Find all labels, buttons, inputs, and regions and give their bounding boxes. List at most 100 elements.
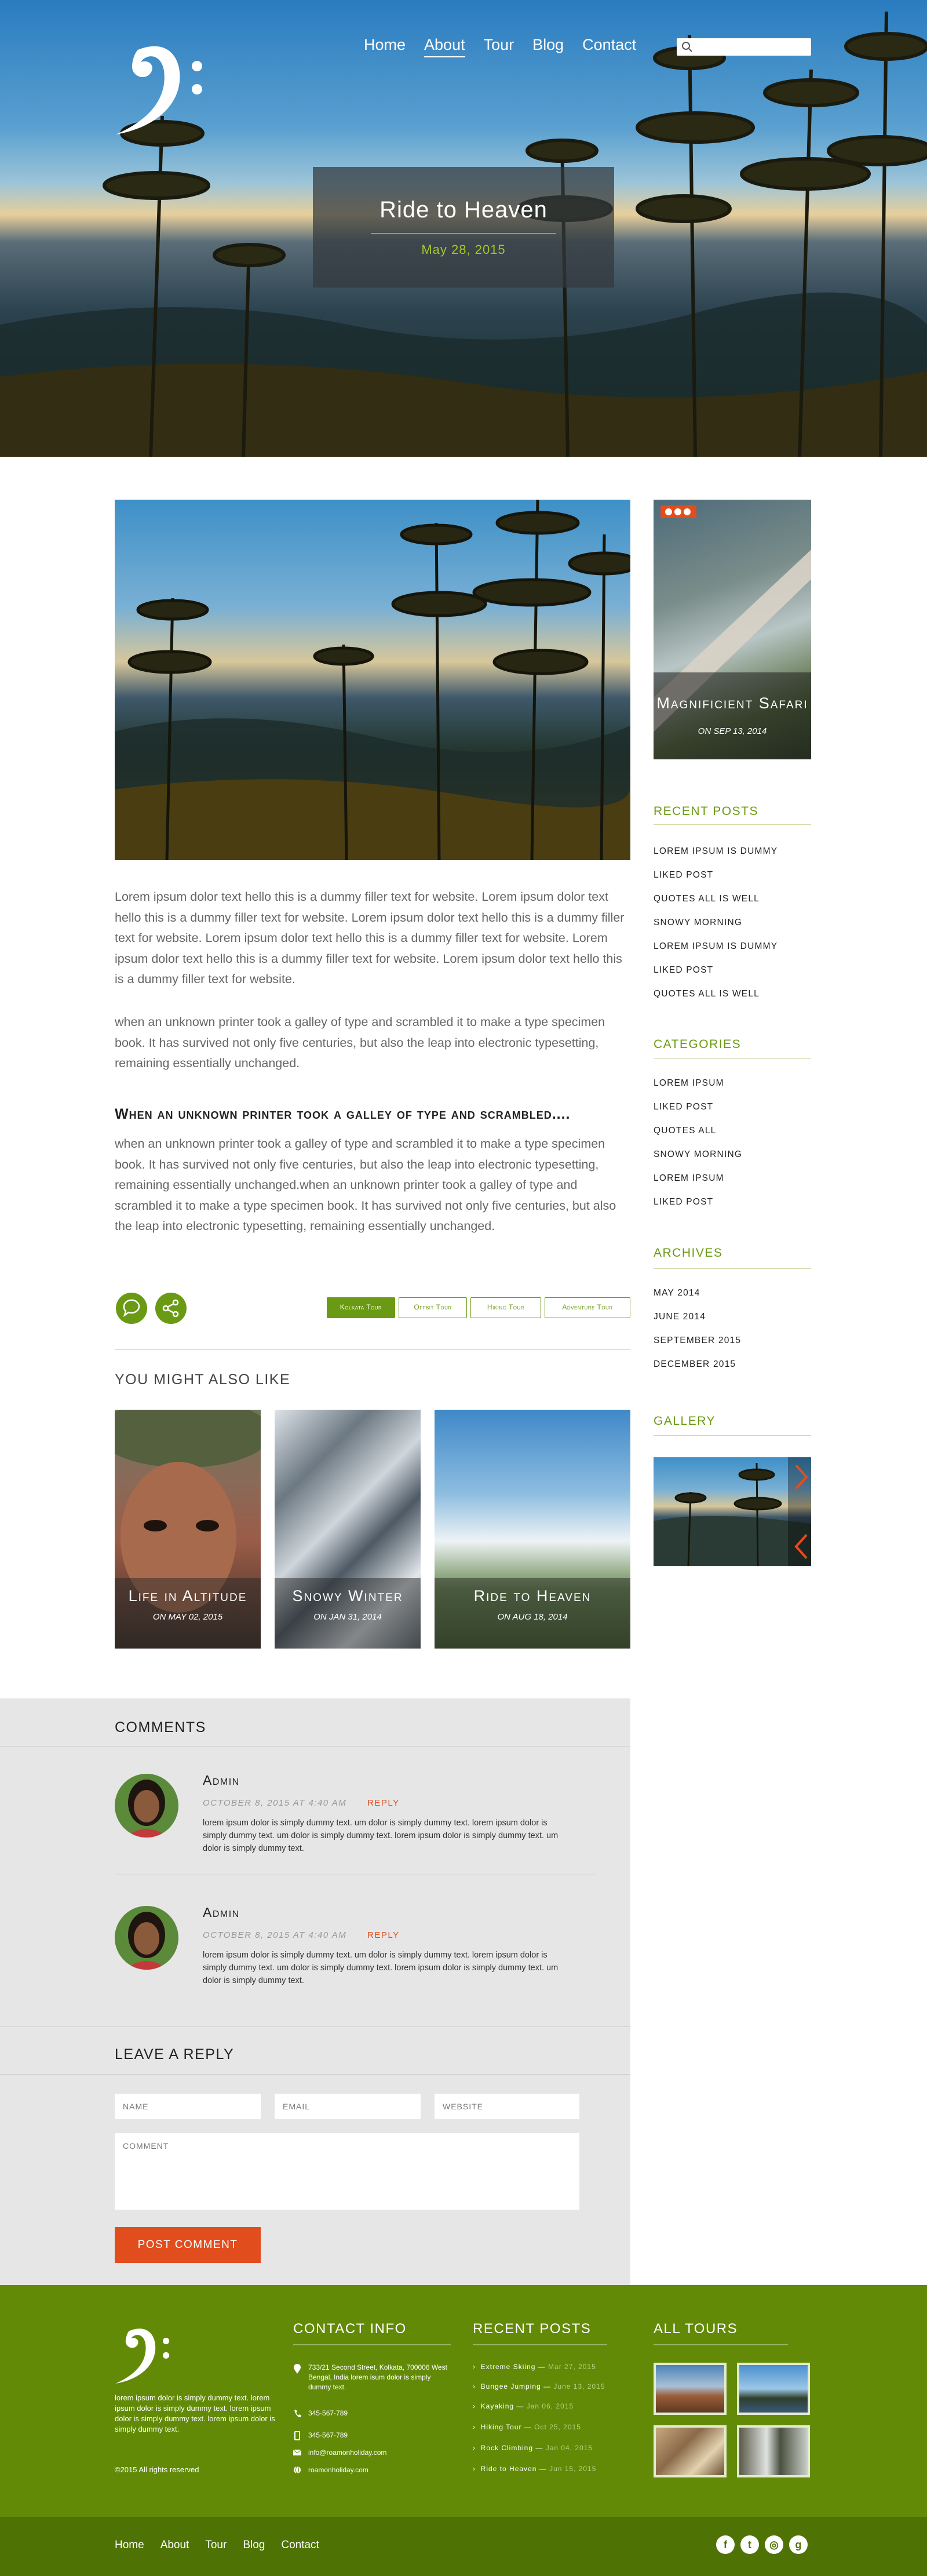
nav-home[interactable]: Home — [364, 36, 406, 57]
tag-offbit-tour[interactable]: Offbit Tour — [399, 1297, 467, 1318]
related-card-2[interactable]: Snowy Winter ON JAN 31, 2014 — [275, 1410, 421, 1649]
slider-dot[interactable] — [674, 508, 681, 515]
footer-about-text: lorem ipsum dolor is simply dummy text. … — [115, 2393, 275, 2433]
footer-nav-blog[interactable]: Blog — [243, 2539, 265, 2552]
hero-date: May 28, 2015 — [421, 242, 506, 257]
nav-tour[interactable]: Tour — [484, 36, 514, 57]
tour-thumbnail[interactable] — [654, 2363, 727, 2415]
related-date: ON JAN 31, 2014 — [313, 1612, 382, 1622]
comment-bubble-button[interactable] — [116, 1293, 147, 1324]
footer-post-title: Bungee Jumping — [480, 2382, 541, 2391]
recent-post-link[interactable]: Quotes all is well — [654, 989, 760, 999]
recent-post-link[interactable]: Liked post — [654, 965, 713, 976]
tag-kolkata-tour[interactable]: Kolkata Tour — [327, 1297, 395, 1318]
contact-website[interactable]: roamonholiday.com — [308, 2465, 368, 2475]
footer-post-date: Jan 06, 2015 — [526, 2402, 574, 2410]
related-caption: Ride to Heaven ON AUG 18, 2014 — [435, 1578, 630, 1649]
leave-reply-heading: LEAVE A REPLY — [115, 2046, 235, 2062]
slider-dot[interactable] — [665, 508, 672, 515]
tour-thumbnail[interactable] — [737, 2363, 810, 2415]
comment-bubble-icon — [123, 1299, 140, 1318]
share-button[interactable] — [155, 1293, 187, 1324]
divider — [0, 2026, 630, 2027]
tag-hiking-tour[interactable]: Hiking Tour — [470, 1297, 541, 1318]
post-image-trees — [115, 500, 630, 860]
archive-link[interactable]: December 2015 — [654, 1359, 736, 1370]
nav-contact[interactable]: Contact — [582, 36, 636, 57]
website-field[interactable] — [435, 2094, 579, 2119]
footer-post-date: Jun 15, 2015 — [549, 2465, 597, 2473]
slider-dots[interactable] — [660, 505, 696, 518]
contact-address: 733/21 Second Street, Kolkata, 700006 We… — [308, 2363, 447, 2391]
heading-underline — [654, 2344, 788, 2345]
tour-thumbnail[interactable] — [737, 2425, 810, 2477]
recent-posts-heading: RECENT POSTS — [654, 805, 758, 818]
related-title: Snowy Winter — [292, 1587, 403, 1604]
email-field[interactable] — [275, 2094, 421, 2119]
mobile-icon — [294, 2431, 300, 2440]
footer-post-date: Mar 27, 2015 — [548, 2363, 596, 2371]
related-card-3[interactable]: Ride to Heaven ON AUG 18, 2014 — [435, 1410, 630, 1649]
category-link[interactable]: Lorem ipsum — [654, 1078, 724, 1089]
google-plus-icon[interactable]: g — [789, 2535, 808, 2554]
footer-recent-post[interactable]: › Bungee Jumping — June 13, 2015 — [473, 2382, 605, 2391]
slider-date: ON SEP 13, 2014 — [698, 726, 767, 736]
map-pin-icon — [294, 2364, 301, 2374]
instagram-icon[interactable]: ◎ — [765, 2535, 783, 2554]
recent-post-link[interactable]: Lorem ipsum is dummy — [654, 846, 778, 857]
footer-post-date: Oct 25, 2015 — [534, 2423, 581, 2431]
category-link[interactable]: Quotes all — [654, 1126, 716, 1136]
nav-blog[interactable]: Blog — [532, 36, 564, 57]
reply-link[interactable]: REPLY — [367, 1798, 400, 1808]
category-link[interactable]: Liked post — [654, 1102, 713, 1112]
recent-post-link[interactable]: Lorem ipsum is dummy — [654, 941, 778, 952]
footer-nav-about[interactable]: About — [160, 2539, 189, 2552]
footer-nav-home[interactable]: Home — [115, 2539, 144, 2552]
tour-thumbnail[interactable] — [654, 2425, 727, 2477]
tag-adventure-tour[interactable]: Adventure Tour — [545, 1297, 630, 1318]
related-card-1[interactable]: Life in Altitude ON MAY 02, 2015 — [115, 1410, 261, 1649]
heading-underline — [654, 1268, 811, 1269]
footer-recent-post[interactable]: › Kayaking — Jan 06, 2015 — [473, 2402, 574, 2410]
slider-dot[interactable] — [684, 508, 691, 515]
footer-logo-bass-clef-icon[interactable] — [115, 2319, 173, 2384]
footer-nav-tour[interactable]: Tour — [205, 2539, 227, 2552]
search-input[interactable] — [677, 38, 811, 56]
gallery-slider[interactable] — [654, 1457, 811, 1566]
archive-link[interactable]: June 2014 — [654, 1312, 706, 1322]
recent-post-link[interactable]: Liked post — [654, 870, 713, 881]
hero-title-box: Ride to Heaven May 28, 2015 — [313, 167, 614, 288]
comment-text: lorem ipsum dolor is simply dummy text. … — [203, 1818, 559, 1853]
logo-bass-clef-icon[interactable] — [115, 30, 207, 134]
archive-link[interactable]: May 2014 — [654, 1288, 700, 1298]
heading-underline — [654, 824, 811, 825]
facebook-icon[interactable]: f — [716, 2535, 735, 2554]
footer-recent-post[interactable]: › Rock Climbing — Jan 04, 2015 — [473, 2444, 593, 2452]
contact-email[interactable]: info@roamonholiday.com — [308, 2447, 386, 2458]
comment-field[interactable] — [115, 2133, 579, 2210]
recent-post-link[interactable]: Quotes all is well — [654, 894, 760, 904]
footer-nav-contact[interactable]: Contact — [281, 2539, 319, 2552]
heading-underline — [473, 2344, 607, 2345]
category-link[interactable]: Lorem ipsum — [654, 1173, 724, 1184]
sidebar-featured-slider[interactable]: Magnificient Safari ON SEP 13, 2014 — [654, 500, 811, 759]
post-comment-button[interactable]: POST COMMENT — [115, 2227, 261, 2263]
comment-author: Admin — [203, 1773, 240, 1788]
footer-post-title: Hiking Tour — [480, 2423, 522, 2431]
twitter-icon[interactable]: t — [740, 2535, 759, 2554]
reply-link[interactable]: REPLY — [367, 1930, 400, 1940]
footer-recent-post[interactable]: › Ride to Heaven — Jun 15, 2015 — [473, 2465, 596, 2473]
recent-post-link[interactable]: Snowy morning — [654, 918, 742, 928]
nav-about[interactable]: About — [424, 36, 465, 57]
archive-link[interactable]: September 2015 — [654, 1336, 741, 1346]
category-link[interactable]: Snowy morning — [654, 1149, 742, 1160]
category-link[interactable]: Liked post — [654, 1197, 713, 1207]
post-paragraph-3: when an unknown printer took a galley of… — [115, 1137, 616, 1233]
name-field[interactable] — [115, 2094, 261, 2119]
related-title: Life in Altitude — [128, 1587, 247, 1604]
avatar — [115, 1906, 178, 1970]
footer-post-date: June 13, 2015 — [553, 2382, 605, 2391]
footer-recent-post[interactable]: › Extreme Skiing — Mar 27, 2015 — [473, 2363, 596, 2371]
copyright: ©2015 All rights reserved — [115, 2465, 199, 2474]
footer-recent-post[interactable]: › Hiking Tour — Oct 25, 2015 — [473, 2423, 581, 2431]
